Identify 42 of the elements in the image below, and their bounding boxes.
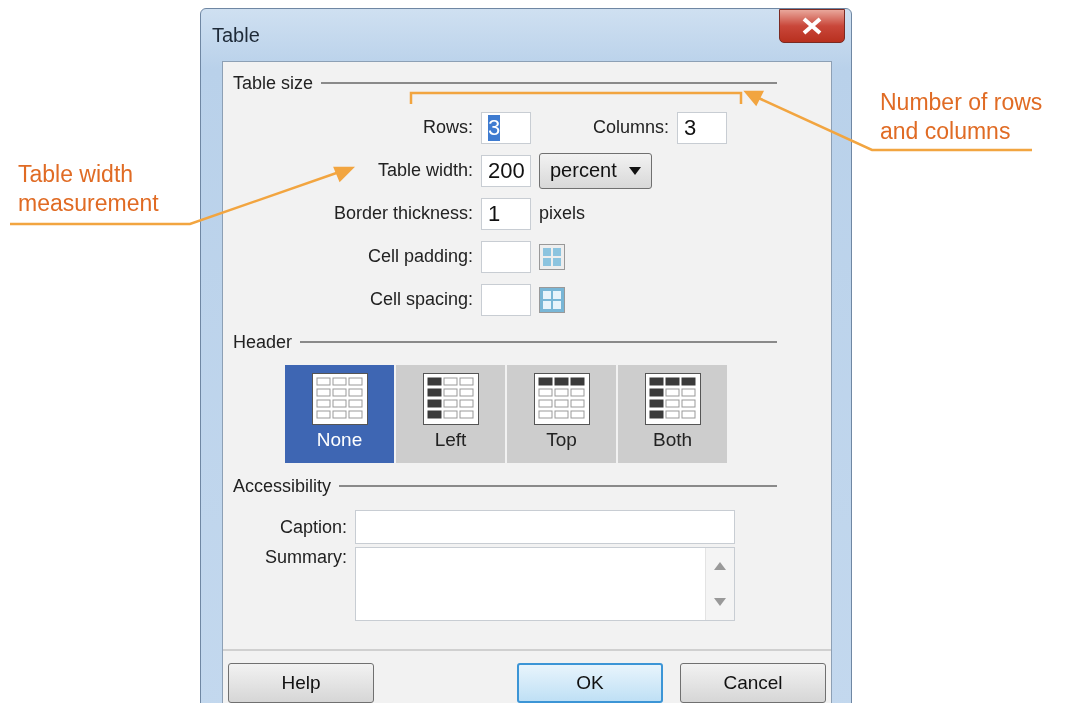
section-title: Header [233, 331, 293, 353]
text-area[interactable] [355, 547, 735, 621]
unit-label: pixels [539, 203, 586, 224]
header-option[interactable]: Both [618, 365, 727, 463]
table-icon [422, 373, 479, 425]
section-title: Accessibility [233, 475, 332, 497]
input-field[interactable]: 3 [481, 111, 531, 144]
close-icon [801, 17, 823, 35]
grid-icon [539, 243, 565, 270]
field-label: Cell spacing: [368, 289, 473, 310]
field-label: Table width: [376, 160, 473, 181]
table-icon [311, 373, 368, 425]
field-label: Border thickness: [332, 203, 473, 224]
header-option[interactable]: None [285, 365, 394, 463]
header-option[interactable]: Left [396, 365, 505, 463]
field-label: Rows: [422, 117, 473, 138]
input-field[interactable]: 200 [481, 154, 531, 187]
grid-icon [539, 286, 565, 313]
input-field[interactable]: 1 [481, 197, 531, 230]
callout-text: Number of rows and columns [880, 88, 1043, 146]
field-label: Summary: [264, 547, 347, 568]
dialog-button[interactable]: OK [517, 663, 663, 703]
input-field[interactable] [481, 240, 531, 273]
scroll-down-icon[interactable] [714, 598, 726, 606]
section-title: Table size [233, 72, 314, 94]
input-field[interactable] [355, 510, 735, 544]
window-title: Table [212, 23, 260, 47]
scroll-up-icon[interactable] [714, 562, 726, 570]
caret-icon [628, 166, 641, 175]
field-label: Cell padding: [366, 246, 473, 267]
callout-text: Table width measurement [18, 160, 159, 218]
unit-dropdown[interactable]: percent [539, 152, 652, 189]
input-field[interactable] [481, 283, 531, 316]
field-label: Caption: [278, 516, 347, 538]
input-field[interactable]: 3 [677, 111, 727, 144]
dialog-button[interactable]: Help [228, 663, 374, 703]
dialog-button[interactable]: Cancel [680, 663, 826, 703]
field-label: Columns: [591, 117, 669, 138]
header-option[interactable]: Top [507, 365, 616, 463]
table-icon [533, 373, 590, 425]
table-icon [644, 373, 701, 425]
close-button[interactable] [779, 9, 845, 43]
